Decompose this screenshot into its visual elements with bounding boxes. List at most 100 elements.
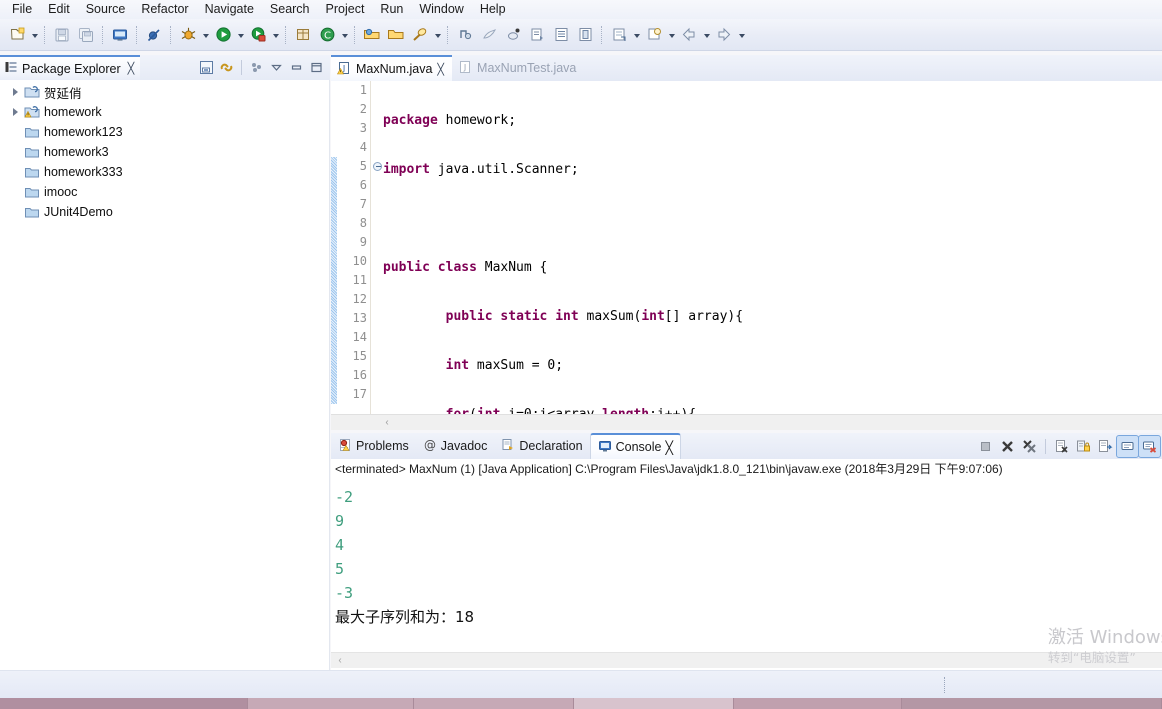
search-dropdown-arrow[interactable]: [432, 24, 443, 46]
close-icon[interactable]: ╳: [665, 440, 673, 455]
view-menu-dots-icon[interactable]: [247, 58, 266, 77]
tree-item-project-heyanqiao[interactable]: 贺延俏: [0, 82, 329, 102]
save-icon[interactable]: [51, 24, 73, 46]
tab-problems[interactable]: Problems: [331, 433, 416, 459]
new-window-dropdown-arrow[interactable]: [631, 24, 642, 46]
menu-item-refactor[interactable]: Refactor: [133, 1, 196, 18]
maximize-icon[interactable]: [307, 58, 326, 77]
word-wrap-icon[interactable]: [1095, 436, 1116, 457]
tab-maxnum-java[interactable]: J MaxNum.java ╳: [331, 55, 453, 81]
scroll-left-icon[interactable]: ‹: [333, 653, 347, 669]
expand-arrow-icon[interactable]: [8, 108, 22, 116]
open-type-icon[interactable]: [361, 24, 383, 46]
debug-icon[interactable]: [177, 24, 199, 46]
collapse-all-icon[interactable]: [197, 58, 216, 77]
package-explorer-tree[interactable]: 贺延俏 homework homework123 homework3 homew…: [0, 80, 330, 679]
fold-collapse-icon[interactable]: [372, 157, 382, 176]
console-horizontal-scrollbar[interactable]: ‹: [331, 652, 1162, 668]
menu-item-navigate[interactable]: Navigate: [197, 1, 262, 18]
java-file-warning-icon: J: [336, 61, 351, 78]
toggle-breadcrumb-icon[interactable]: [109, 24, 131, 46]
resize-grip[interactable]: [944, 677, 946, 693]
line-number: 15: [352, 349, 367, 363]
clear-console-icon[interactable]: [1051, 436, 1072, 457]
taskbar-segment[interactable]: [414, 698, 574, 709]
expand-arrow-icon[interactable]: [8, 88, 22, 96]
new-java-package-icon[interactable]: [292, 24, 314, 46]
editor-horizontal-scrollbar[interactable]: ‹: [331, 414, 1162, 430]
display-selected-console-icon[interactable]: [1138, 434, 1161, 458]
scroll-left-icon[interactable]: ‹: [379, 415, 395, 431]
code-token: ;i++){: [649, 407, 696, 414]
taskbar-segment[interactable]: [248, 698, 414, 709]
link-with-editor-icon[interactable]: [217, 58, 236, 77]
package-explorer-icon: [4, 60, 18, 77]
code-text[interactable]: package homework; import java.util.Scann…: [383, 81, 1162, 414]
tab-declaration[interactable]: Declaration: [494, 433, 589, 459]
open-resource-icon[interactable]: [385, 24, 407, 46]
skip-all-breakpoints-icon[interactable]: [143, 24, 165, 46]
close-icon[interactable]: ╳: [128, 62, 135, 75]
new-window-icon[interactable]: [608, 24, 630, 46]
menu-item-help[interactable]: Help: [472, 1, 514, 18]
debug-dropdown-arrow[interactable]: [200, 24, 211, 46]
console-output-line: -3: [335, 584, 354, 602]
new-editor-icon[interactable]: [526, 24, 548, 46]
taskbar-segment[interactable]: [574, 698, 734, 709]
close-icon[interactable]: ╳: [437, 63, 444, 76]
tab-maxnumtest-java[interactable]: J MaxNumTest.java: [452, 55, 584, 81]
save-all-icon[interactable]: [75, 24, 97, 46]
tab-javadoc[interactable]: @ Javadoc: [416, 433, 495, 459]
pin-editor-dropdown-arrow[interactable]: [666, 24, 677, 46]
tree-item-project-homework[interactable]: homework: [0, 102, 329, 122]
minimize-icon[interactable]: [287, 58, 306, 77]
menu-item-file[interactable]: File: [4, 1, 40, 18]
forward-icon[interactable]: [713, 24, 735, 46]
search-icon[interactable]: [409, 24, 431, 46]
menu-item-project[interactable]: Project: [318, 1, 373, 18]
pin-editor-icon[interactable]: [643, 24, 665, 46]
console-tab-label: Javadoc: [440, 439, 488, 453]
pin-console-icon[interactable]: [1116, 434, 1139, 458]
run-icon[interactable]: [212, 24, 234, 46]
tree-item-folder-junit4demo[interactable]: JUnit4Demo: [0, 202, 329, 222]
forward-dropdown-arrow[interactable]: [736, 24, 747, 46]
skip-breakpoints-icon[interactable]: [478, 24, 500, 46]
console-output[interactable]: -2 9 4 5 -3 最大子序列和为：18: [331, 479, 1162, 649]
menu-item-run[interactable]: Run: [372, 1, 411, 18]
run-coverage-icon[interactable]: [247, 24, 269, 46]
remove-all-terminated-icon[interactable]: [1019, 436, 1040, 457]
tab-console[interactable]: Console ╳: [589, 433, 681, 459]
tab-package-explorer[interactable]: Package Explorer ╳: [0, 55, 141, 80]
menu-item-edit[interactable]: Edit: [40, 1, 78, 18]
view-menu-icon[interactable]: [267, 58, 286, 77]
menu-item-source[interactable]: Source: [78, 1, 134, 18]
console-output-line: 5: [335, 560, 345, 578]
terminate-icon[interactable]: [975, 436, 996, 457]
tree-item-folder-imooc[interactable]: imooc: [0, 182, 329, 202]
remove-launch-icon[interactable]: [997, 436, 1018, 457]
run-coverage-dropdown-arrow[interactable]: [270, 24, 281, 46]
editor-scroll-area[interactable]: 1 2 3 4 5 6 7 8 9 10 11 12 13 14 15 16 1: [331, 81, 1162, 414]
tree-item-folder-homework333[interactable]: homework333: [0, 162, 329, 182]
taskbar-segment[interactable]: [902, 698, 1162, 709]
back-dropdown-arrow[interactable]: [701, 24, 712, 46]
run-dropdown-arrow[interactable]: [235, 24, 246, 46]
new-wizard-dropdown-arrow[interactable]: [29, 24, 40, 46]
new-wizard-icon[interactable]: [6, 24, 28, 46]
java-file-icon: J: [458, 60, 472, 77]
menu-item-window[interactable]: Window: [411, 1, 471, 18]
new-java-class-icon[interactable]: C: [316, 24, 338, 46]
menu-item-search[interactable]: Search: [262, 1, 318, 18]
back-icon[interactable]: [678, 24, 700, 46]
external-tools-icon[interactable]: [502, 24, 524, 46]
show-whitespace-icon[interactable]: [550, 24, 572, 46]
block-selection-icon[interactable]: [574, 24, 596, 46]
last-edit-location-icon[interactable]: [454, 24, 476, 46]
tree-item-folder-homework123[interactable]: homework123: [0, 122, 329, 142]
taskbar-segment[interactable]: [0, 698, 248, 709]
taskbar-segment[interactable]: [734, 698, 902, 709]
tree-item-folder-homework3[interactable]: homework3: [0, 142, 329, 162]
scroll-lock-icon[interactable]: [1073, 436, 1094, 457]
new-java-class-dropdown-arrow[interactable]: [339, 24, 350, 46]
